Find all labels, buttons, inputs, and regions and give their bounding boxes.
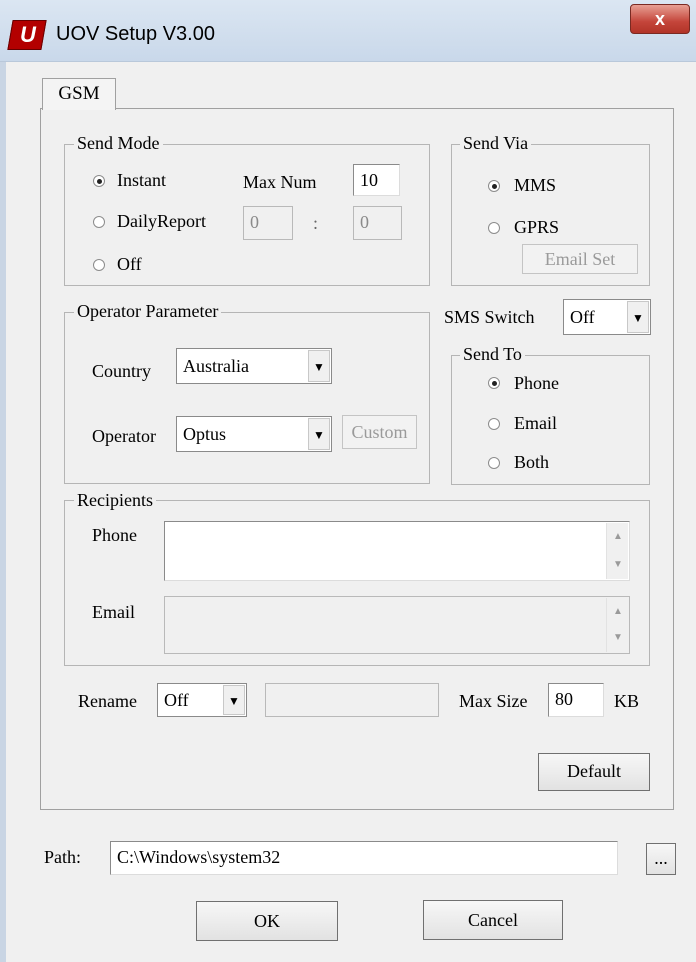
send-via-gprs-radio[interactable]	[488, 222, 500, 234]
chevron-down-icon[interactable]: ▼	[308, 418, 330, 450]
operator-parameter-legend: Operator Parameter	[74, 301, 222, 321]
country-label: Country	[92, 361, 152, 381]
send-via-legend: Send Via	[460, 133, 532, 153]
rename-text-input[interactable]	[265, 683, 439, 717]
close-button[interactable]: x	[630, 4, 690, 34]
rename-select-value: Off	[164, 690, 189, 710]
send-mode-dailyreport-radio[interactable]	[93, 216, 105, 228]
country-select-value: Australia	[183, 356, 249, 376]
operator-select-value: Optus	[183, 424, 227, 444]
send-to-email-label[interactable]: Email	[514, 412, 557, 434]
daily-report-to-input[interactable]: 0	[353, 206, 402, 240]
cancel-button[interactable]: Cancel	[423, 900, 563, 940]
tab-gsm[interactable]: GSM	[42, 78, 116, 110]
send-mode-dailyreport-label[interactable]: DailyReport	[117, 210, 206, 232]
recipients-phone-textarea[interactable]: ▲ ▼	[164, 521, 630, 581]
window-frame-edge	[0, 62, 6, 962]
email-scrollbar[interactable]: ▲ ▼	[606, 598, 628, 652]
chevron-down-icon[interactable]: ▼	[627, 301, 649, 333]
send-via-mms-radio[interactable]	[488, 180, 500, 192]
scroll-down-icon[interactable]: ▼	[607, 555, 629, 575]
sms-switch-select[interactable]: Off ▼	[563, 299, 651, 335]
send-mode-legend: Send Mode	[74, 133, 163, 153]
path-input[interactable]: C:\Windows\system32	[110, 841, 618, 875]
send-to-both-label[interactable]: Both	[514, 451, 549, 473]
max-size-input[interactable]: 80	[548, 683, 604, 717]
window-title: UOV Setup V3.00	[56, 23, 215, 45]
send-to-phone-radio[interactable]	[488, 377, 500, 389]
app-logo-letter: U	[20, 22, 36, 47]
country-select[interactable]: Australia ▼	[176, 348, 332, 384]
chevron-down-icon[interactable]: ▼	[223, 685, 245, 715]
daily-report-separator: :	[313, 213, 319, 233]
send-via-mms-label[interactable]: MMS	[514, 174, 556, 196]
send-to-phone-label[interactable]: Phone	[514, 372, 559, 394]
recipients-phone-label: Phone	[92, 525, 137, 545]
custom-operator-button[interactable]: Custom	[342, 415, 417, 449]
phone-scrollbar[interactable]: ▲ ▼	[606, 523, 628, 579]
rename-select[interactable]: Off ▼	[157, 683, 247, 717]
rename-label: Rename	[78, 691, 137, 711]
recipients-legend: Recipients	[74, 490, 156, 510]
browse-path-button[interactable]: ...	[646, 843, 676, 875]
close-icon: x	[654, 9, 665, 29]
operator-parameter-group	[64, 312, 430, 484]
send-to-email-radio[interactable]	[488, 418, 500, 430]
sms-switch-select-value: Off	[570, 307, 595, 327]
scroll-up-icon[interactable]: ▲	[607, 602, 629, 622]
send-mode-instant-label[interactable]: Instant	[117, 169, 166, 191]
operator-select[interactable]: Optus ▼	[176, 416, 332, 452]
scroll-down-icon[interactable]: ▼	[607, 628, 629, 648]
ok-button[interactable]: OK	[196, 901, 338, 941]
max-size-label: Max Size	[459, 691, 528, 711]
send-mode-off-label[interactable]: Off	[117, 253, 142, 275]
path-label: Path:	[44, 847, 82, 867]
chevron-down-icon[interactable]: ▼	[308, 350, 330, 382]
scroll-up-icon[interactable]: ▲	[607, 527, 629, 547]
max-num-input[interactable]: 10	[353, 164, 400, 196]
email-set-button[interactable]: Email Set	[522, 244, 638, 274]
send-mode-off-radio[interactable]	[93, 259, 105, 271]
max-num-label: Max Num	[243, 172, 317, 192]
max-size-unit: KB	[614, 691, 640, 711]
recipients-email-label: Email	[92, 602, 135, 622]
send-via-gprs-label[interactable]: GPRS	[514, 216, 559, 238]
sms-switch-label: SMS Switch	[444, 307, 535, 327]
daily-report-from-input[interactable]: 0	[243, 206, 293, 240]
operator-label: Operator	[92, 426, 156, 446]
recipients-email-textarea[interactable]: ▲ ▼	[164, 596, 630, 654]
send-mode-instant-radio[interactable]	[93, 175, 105, 187]
default-button[interactable]: Default	[538, 753, 650, 791]
send-to-both-radio[interactable]	[488, 457, 500, 469]
send-to-legend: Send To	[460, 344, 525, 364]
